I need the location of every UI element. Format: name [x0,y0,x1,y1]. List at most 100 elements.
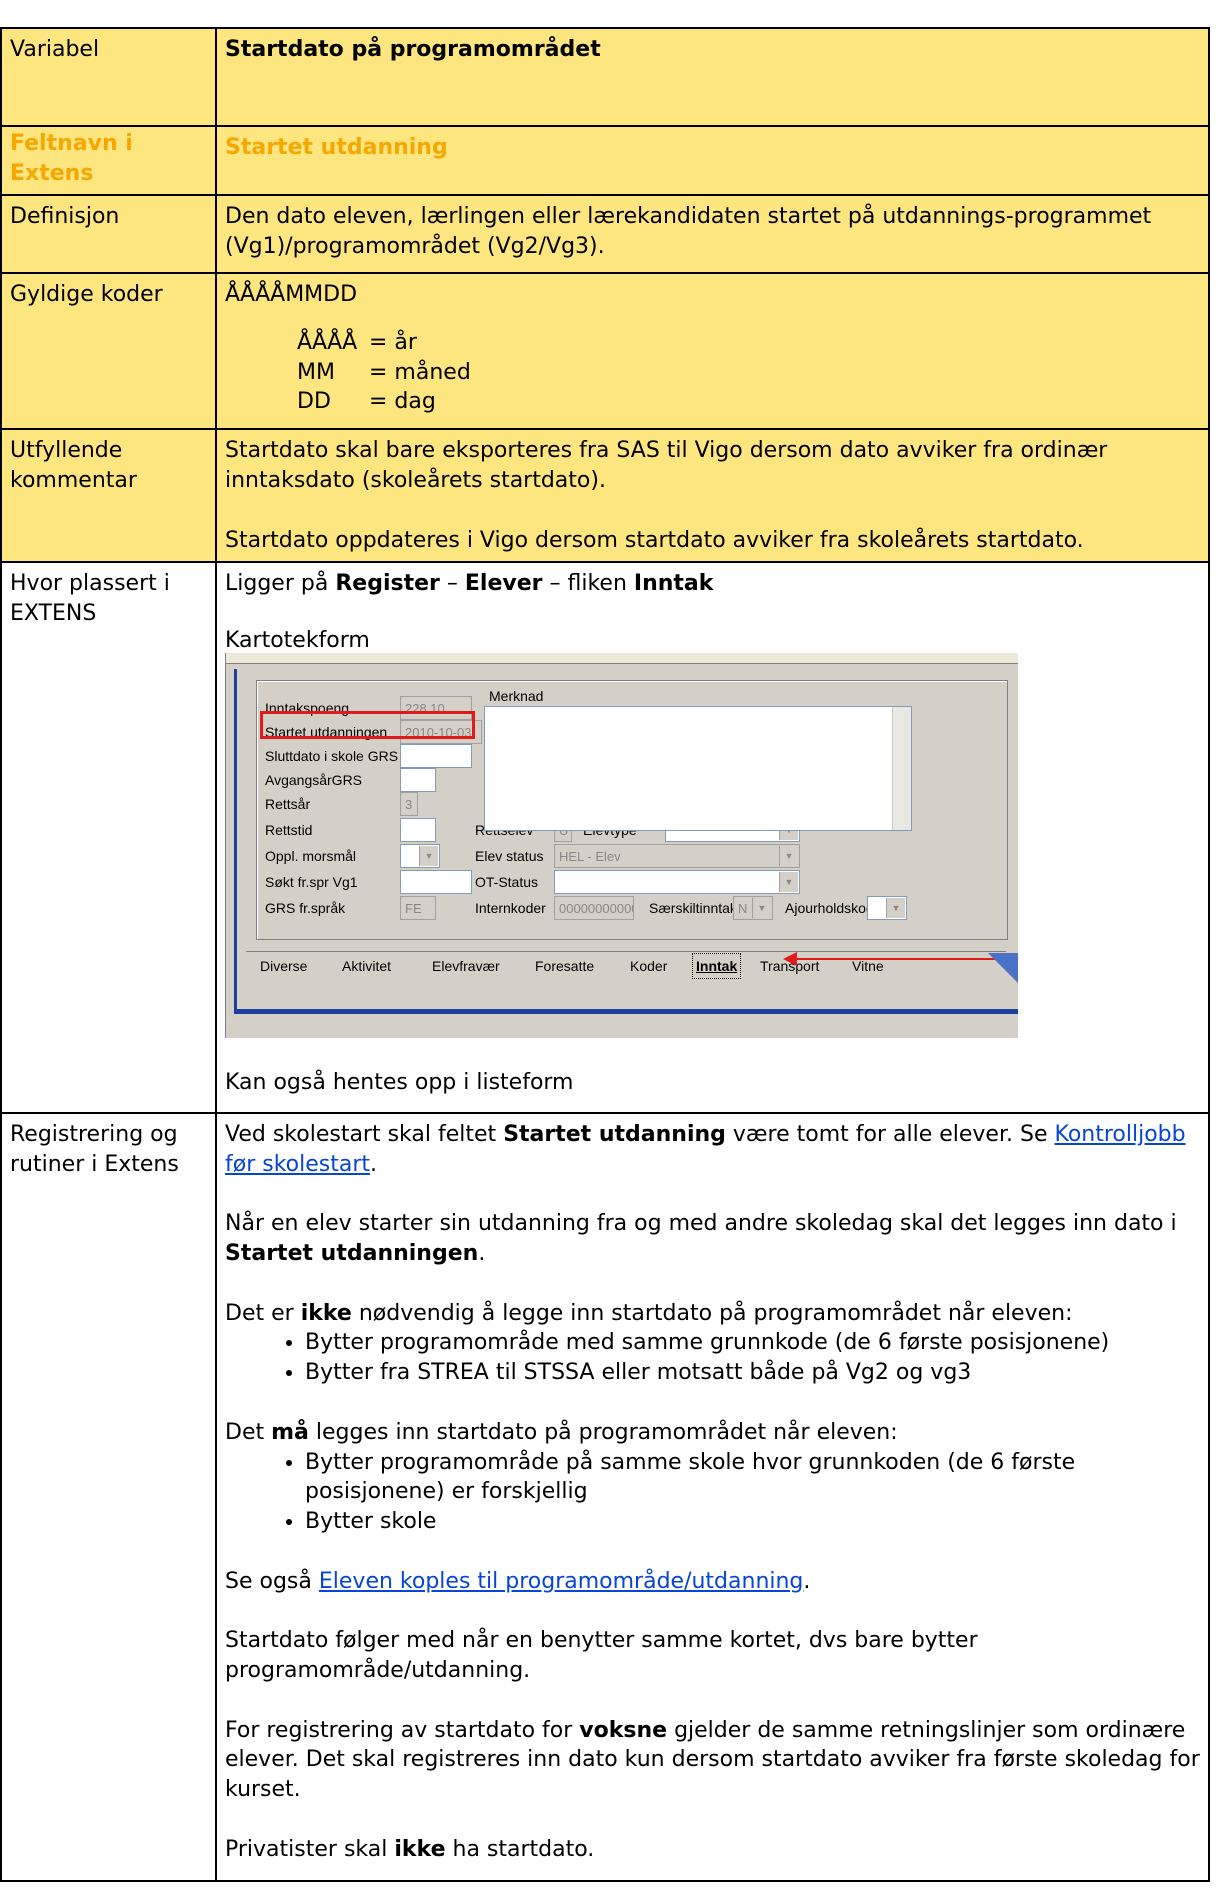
code-value: = år [369,330,417,356]
oppl-label: Oppl. morsmål [265,848,357,865]
page-title: Startdato på programområdet [215,27,1210,127]
variabel-label: Variabel [0,27,217,127]
rettsar-label: Rettsår [265,796,311,813]
hvor-row: Hvor plassert i EXTENS Ligger på Registe… [0,561,1210,1114]
sokt-label: Søkt fr.spr Vg1 [265,874,358,891]
reg-text: Ved skolestart skal feltet [225,1122,497,1147]
tab-koder[interactable]: Koder [630,953,667,979]
sluttdato-field[interactable] [400,744,472,769]
rettstid-field[interactable] [400,818,436,843]
elevstatus-value: HEL - Elev [559,849,621,865]
reg-text: For registrering av startdato for [225,1717,573,1743]
list-item: Bytter skole [305,1507,1200,1537]
tab-vitne[interactable]: Vitne [852,953,884,979]
hvor-ligger: Ligger på [225,571,329,597]
reg-text: Når en elev starter sin utdanning fra og… [225,1211,1177,1237]
registrering-label: Registrering og rutiner i Extens [0,1111,217,1883]
hvor-inntak: Inntak [633,571,714,597]
gyldige-koder-cell: ÅÅÅÅMMDD ÅÅÅÅ = år MM = måned DD = dag [215,272,1210,431]
reg-text: være tomt for alle elever. Se [732,1122,1048,1147]
scrollbar[interactable] [892,707,911,831]
list-ma: Bytter programområde på samme skole hvor… [225,1448,1200,1537]
tab-aktivitet[interactable]: Aktivitet [342,953,391,979]
reg-text: Se også [225,1568,312,1594]
title-row: Variabel Startdato på programområdet [0,27,1210,127]
utfyllende-label: Utfyllende kommentar [0,428,217,564]
hvor-path: Ligger på Register – Elever – fliken Inn… [225,569,1200,599]
registrering-cell: Ved skolestart skal feltet Startet utdan… [215,1111,1210,1883]
kartotek-label: Kartotekform [225,628,370,654]
arrow-line [791,958,1018,961]
reg-p4: Det må legges inn startdato på programom… [225,1418,1200,1448]
eleven-koples-link[interactable]: Eleven koples til programområde/utdannin… [319,1569,804,1594]
hvor-dash: – [446,571,458,597]
ajour-label: Ajourholdskod [785,900,874,917]
gyldige-koder-row: Gyldige koder ÅÅÅÅMMDD ÅÅÅÅ = år MM = måne… [0,272,1210,431]
corner-decoration [988,953,1018,984]
ajour-select[interactable]: ▼ [867,896,907,921]
code-value: = dag [369,389,436,415]
liste-text: Kan også hentes opp i listeform [225,1070,574,1096]
internkoder-field[interactable]: 00000000000 [554,896,634,921]
chevron-down-icon[interactable]: ▼ [779,872,798,893]
reg-bold: Startet utdanningen [225,1241,479,1267]
reg-p2: Når en elev starter sin utdanning fra og… [225,1211,1177,1267]
code-key: DD [297,389,331,415]
reg-p8: Privatister skal ikke ha startdato. [225,1835,1200,1865]
reg-text: legges inn startdato på programområdet n… [315,1419,898,1445]
chevron-down-icon[interactable]: ▼ [779,846,798,867]
variable-table: Variabel Startdato på programområdet Fel… [0,27,1210,1883]
oppl-select[interactable]: ▼ [400,844,440,869]
tab-inntak[interactable]: Inntak [692,953,742,980]
rettsar-field[interactable]: 3 [400,792,418,817]
arrow-icon [783,952,797,967]
merknad-label: Merknad [489,688,544,705]
avgangsar-label: AvgangsårGRS [265,772,363,789]
reg-p5: Se også Eleven koples til programområde/… [225,1568,811,1594]
sluttdato-label: Sluttdato i skole GRS [265,748,399,765]
kartotek-screenshot: Inntakspoeng 228.10 Merknad Startet utda… [225,653,1018,1039]
chevron-down-icon[interactable]: ▼ [886,898,905,919]
saerskilt-value: N [738,901,748,917]
otstatus-select[interactable]: ▼ [554,870,800,895]
reg-bold: må [271,1419,309,1445]
code-key: ÅÅÅÅ [297,330,358,356]
hvor-elever: Elever [464,571,543,597]
feltnavn-value: Startet utdanning [215,124,1210,197]
reg-p1: Ved skolestart skal feltet Startet utdan… [225,1122,1186,1177]
feltnavn-row: Feltnavn i Extens Startet utdanning [0,124,1210,197]
tab-foresatte[interactable]: Foresatte [535,953,594,979]
hvor-cell: Ligger på Register – Elever – fliken Inn… [215,561,1210,1114]
reg-bold: Startet utdanning [503,1122,726,1147]
saerskilt-select[interactable]: N ▼ [733,896,773,921]
reg-bold: voksne [579,1717,668,1743]
sokt-field[interactable] [400,870,472,895]
gyldige-koder-label: Gyldige koder [0,272,217,431]
list-item: Bytter programområde med samme grunnkode… [305,1328,1200,1358]
reg-p7: For registrering av startdato for voksne… [225,1716,1200,1805]
utfyllende-p2: Startdato oppdateres i Vigo dersom start… [225,527,1084,553]
avgangsar-field[interactable] [400,768,436,793]
highlight-box [260,711,475,740]
grs-field[interactable]: FE [400,896,436,921]
definisjon-row: Definisjon Den dato eleven, lærlingen el… [0,194,1210,275]
chevron-down-icon[interactable]: ▼ [419,846,438,867]
list-ikke: Bytter programområde med samme grunnkode… [225,1328,1200,1387]
merknad-textarea[interactable] [484,706,912,832]
tab-elevfravaer[interactable]: Elevfravær [432,953,500,979]
reg-text: Det [225,1419,265,1445]
reg-bold: ikke [300,1300,352,1326]
registrering-row: Registrering og rutiner i Extens Ved sko… [0,1111,1210,1883]
tab-bar-line [246,951,1006,953]
hvor-fliken: – fliken [549,571,627,597]
saerskilt-label: Særskiltinntak [649,900,737,917]
tab-diverse[interactable]: Diverse [260,953,307,979]
definisjon-label: Definisjon [0,194,217,275]
reg-p6: Startdato følger med når en benytter sam… [225,1628,978,1683]
rettstid-label: Rettstid [265,822,313,839]
otstatus-label: OT-Status [475,874,539,891]
chevron-down-icon[interactable]: ▼ [752,898,771,919]
elevstatus-select[interactable]: HEL - Elev ▼ [554,844,800,869]
code-value: = måned [369,359,471,385]
utfyllende-cell: Startdato skal bare eksporteres fra SAS … [215,428,1210,564]
